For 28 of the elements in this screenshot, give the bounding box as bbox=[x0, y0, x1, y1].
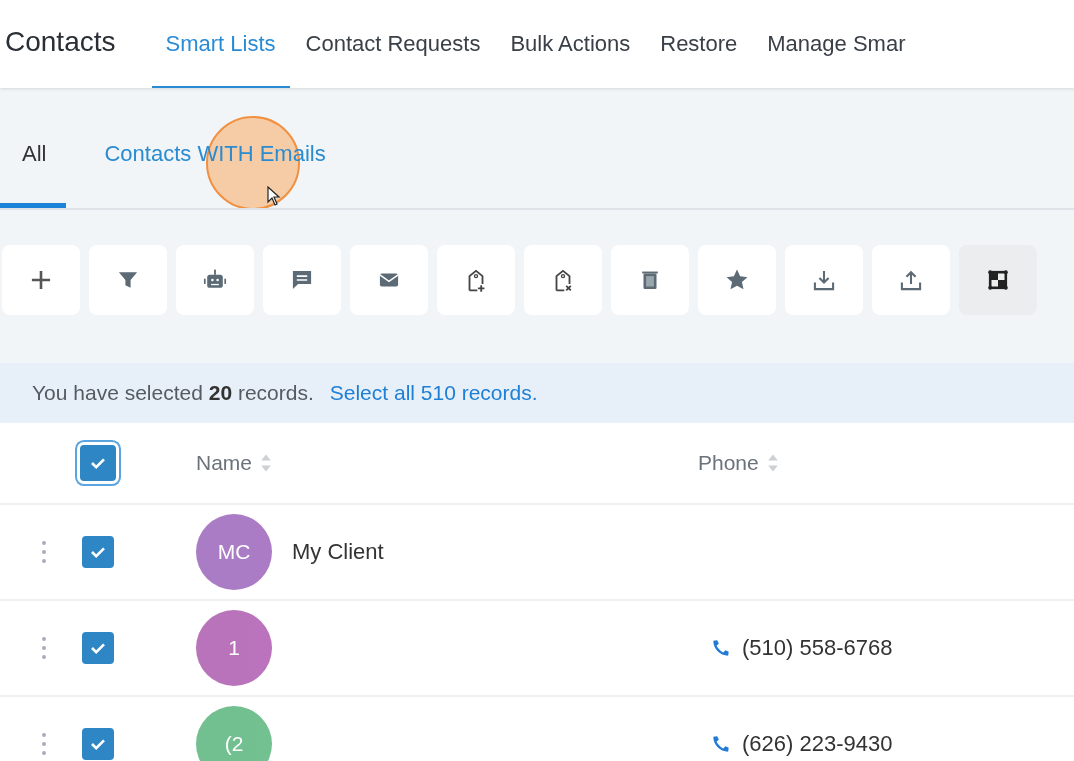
avatar: (2 bbox=[196, 706, 272, 761]
phone-icon[interactable] bbox=[710, 637, 732, 659]
phone-number[interactable]: (510) 558-6768 bbox=[742, 635, 893, 661]
nav-tab[interactable]: Smart Lists bbox=[151, 0, 290, 88]
select-all-link[interactable]: Select all 510 records. bbox=[329, 381, 538, 405]
cursor-icon bbox=[267, 186, 281, 206]
phone-number[interactable]: (626) 223-9430 bbox=[742, 731, 893, 757]
column-header[interactable]: Name bbox=[196, 451, 253, 475]
column-header[interactable]: Phone bbox=[698, 451, 759, 475]
nav-tab[interactable]: Manage Smar bbox=[753, 0, 920, 88]
checkbox[interactable] bbox=[82, 632, 114, 664]
drag-handle-icon[interactable] bbox=[41, 732, 47, 756]
drag-handle-icon[interactable] bbox=[41, 636, 47, 660]
list-tab[interactable]: All bbox=[0, 141, 67, 208]
phone-icon[interactable] bbox=[710, 733, 732, 755]
avatar: MC bbox=[196, 514, 272, 590]
page-title: Contacts bbox=[4, 25, 116, 59]
square-icon bbox=[985, 267, 1011, 293]
nav-tab[interactable]: Contact Requests bbox=[291, 0, 495, 88]
drag-handle-icon[interactable] bbox=[41, 540, 47, 564]
nav-tab[interactable]: Restore bbox=[646, 0, 752, 88]
checkbox[interactable] bbox=[82, 728, 114, 760]
nav-tab[interactable]: Bulk Actions bbox=[496, 0, 645, 88]
toolbar-button[interactable] bbox=[959, 245, 1037, 315]
checkbox[interactable] bbox=[82, 536, 114, 568]
selection-message: You have selected 20 records. bbox=[32, 381, 314, 405]
contact-name[interactable]: My Client bbox=[292, 539, 384, 565]
avatar: 1 bbox=[196, 610, 272, 686]
